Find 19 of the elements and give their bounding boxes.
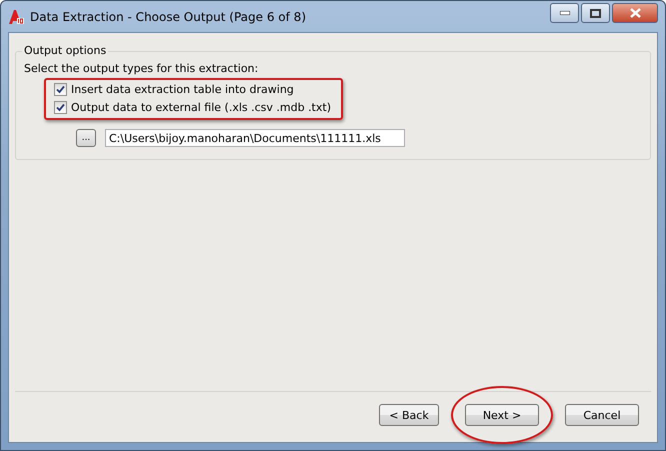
group-title: Output options — [22, 44, 108, 57]
checkbox[interactable] — [54, 83, 67, 96]
close-button[interactable] — [612, 3, 658, 23]
cancel-button[interactable]: Cancel — [565, 404, 639, 426]
checkbox-label[interactable]: Output data to external file (.xls .csv .mdb .txt) — [71, 101, 331, 114]
prompt-text: Select the output types for this extraction: — [24, 62, 260, 75]
maximize-icon — [590, 8, 601, 18]
minimize-icon — [560, 11, 570, 15]
checkbox-label[interactable]: Insert data extraction table into drawing — [71, 83, 294, 96]
minimize-button[interactable] — [550, 3, 579, 23]
back-button[interactable]: < Back — [379, 404, 439, 426]
close-icon — [630, 8, 640, 18]
app-logo-icon — [8, 8, 24, 24]
file-path-field[interactable]: C:\Users\bijoy.manoharan\Documents\111111.xls — [105, 129, 405, 147]
maximize-button[interactable] — [581, 3, 610, 23]
next-button[interactable]: Next > — [465, 404, 539, 426]
checkbox[interactable] — [54, 101, 67, 114]
browse-button[interactable]: ... — [76, 129, 96, 147]
window-title: Data Extraction - Choose Output (Page 6 of 8) — [30, 10, 307, 24]
